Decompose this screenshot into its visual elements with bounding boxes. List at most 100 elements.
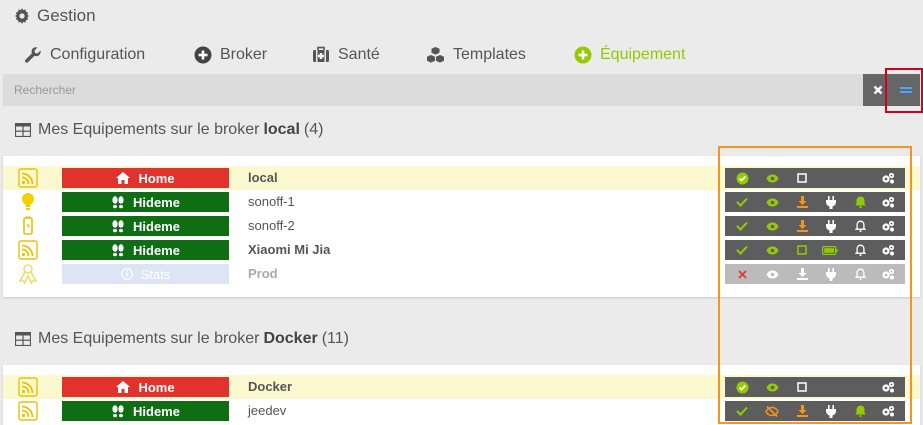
eye-icon[interactable] (765, 243, 779, 257)
object-label: Hideme (133, 403, 180, 419)
action-bar (725, 192, 905, 212)
equals-icon (900, 87, 912, 93)
equipment-row[interactable]: Hideme sonoff-2 (3, 214, 920, 238)
check-icon[interactable] (735, 243, 749, 257)
object-badge: Hideme (62, 192, 229, 212)
section-prefix: Mes Equipements sur le broker (38, 330, 260, 347)
equipment-row[interactable]: Hideme jeedev (3, 399, 920, 423)
eye-icon[interactable] (765, 267, 779, 281)
equipment-name: local (248, 170, 278, 185)
square-icon[interactable] (795, 380, 809, 394)
bell-outline-icon[interactable] (853, 267, 867, 281)
tab-configuration[interactable]: Configuration (24, 46, 145, 64)
cogs-icon[interactable] (881, 243, 895, 257)
section-broker-name: Docker (263, 330, 318, 347)
eye-icon[interactable] (765, 171, 779, 185)
rss-icon (18, 401, 38, 421)
section-count: (11) (321, 330, 349, 347)
cogs-icon[interactable] (881, 404, 895, 418)
check-circle-icon[interactable] (735, 380, 749, 394)
tab-sante[interactable]: Santé (312, 46, 380, 64)
wrench-icon (24, 47, 41, 63)
action-bar (725, 377, 905, 397)
tab-templates[interactable]: Templates (426, 46, 526, 64)
equipment-name: Xiaomi Mi Jia (248, 242, 331, 257)
search-input[interactable] (3, 74, 863, 106)
tab-equipement[interactable]: Équipement (574, 46, 685, 64)
plug-icon[interactable] (824, 195, 838, 209)
object-label: Hideme (133, 194, 180, 210)
battery-icon[interactable] (822, 243, 838, 257)
object-badge: Home (62, 168, 229, 188)
eye-icon[interactable] (765, 380, 779, 394)
tab-broker[interactable]: Broker (194, 46, 267, 64)
square-icon[interactable] (795, 171, 809, 185)
section-title-docker: Mes Equipements sur le broker Docker (11… (15, 330, 349, 348)
plug-icon[interactable] (824, 219, 838, 233)
table-icon (15, 332, 31, 346)
tab-label: Configuration (50, 46, 146, 63)
eye-icon[interactable] (765, 219, 779, 233)
eye-icon[interactable] (765, 195, 779, 209)
equipment-name: Prod (248, 266, 278, 281)
plus-circle-icon (574, 46, 592, 64)
info-circle-icon (120, 268, 133, 280)
lightbulb-icon (22, 193, 34, 210)
check-circle-icon[interactable] (735, 171, 749, 185)
cubes-icon (427, 47, 444, 63)
cogs-icon[interactable] (881, 195, 895, 209)
download-icon[interactable] (795, 267, 809, 281)
home-icon (116, 381, 131, 393)
object-label: Hideme (133, 218, 180, 234)
plug-icon[interactable] (824, 267, 838, 281)
rss-icon (18, 168, 38, 188)
cogs-icon[interactable] (881, 267, 895, 281)
square-icon[interactable] (795, 243, 809, 257)
equipment-row[interactable]: Hideme sonoff-1 (3, 190, 920, 214)
search-bar (3, 74, 863, 106)
equipment-row[interactable]: Home local (3, 166, 920, 190)
cogs-icon[interactable] (881, 380, 895, 394)
toggle-view-button[interactable] (892, 74, 920, 106)
bell-outline-icon[interactable] (853, 219, 867, 233)
check-icon[interactable] (735, 219, 749, 233)
close-icon (873, 85, 882, 95)
section-prefix: Mes Equipements sur le broker (38, 121, 260, 138)
clear-search-button[interactable] (863, 74, 892, 106)
check-icon[interactable] (735, 195, 749, 209)
footprints-icon (112, 404, 124, 417)
tab-bar: Configuration Broker Santé Templates Équ… (0, 40, 923, 72)
object-badge: Hideme (62, 401, 229, 421)
medkit-icon (313, 46, 329, 62)
home-icon (116, 172, 131, 184)
plus-circle-icon (194, 46, 212, 64)
section-title-local: Mes Equipements sur le broker local (4) (15, 121, 323, 139)
eye-slash-icon[interactable] (765, 404, 779, 418)
cogs-icon[interactable] (881, 171, 895, 185)
bell-outline-icon[interactable] (853, 243, 867, 257)
tab-label: Santé (338, 46, 380, 63)
cog-icon (15, 8, 29, 24)
action-bar (725, 240, 905, 260)
download-icon[interactable] (795, 195, 809, 209)
bell-icon[interactable] (853, 404, 867, 418)
object-label: Home (138, 170, 175, 186)
check-icon[interactable] (735, 404, 749, 418)
equipment-row[interactable]: Hideme Xiaomi Mi Jia (3, 238, 920, 262)
tab-label: Équipement (600, 46, 686, 63)
times-icon[interactable] (735, 267, 749, 281)
download-icon[interactable] (795, 219, 809, 233)
download-icon[interactable] (795, 404, 809, 418)
cogs-icon[interactable] (881, 219, 895, 233)
section-count: (4) (303, 121, 324, 138)
object-badge: Home (62, 377, 229, 397)
rss-icon (18, 240, 38, 260)
page-header: Gestion (14, 6, 96, 26)
plug-icon (23, 216, 33, 235)
equipment-row[interactable]: Stats Prod (3, 262, 920, 286)
plug-icon[interactable] (824, 404, 838, 418)
ribbon-icon (18, 264, 38, 285)
bell-icon[interactable] (853, 195, 867, 209)
footprints-icon (112, 243, 124, 256)
equipment-row[interactable]: Home Docker (3, 375, 920, 399)
